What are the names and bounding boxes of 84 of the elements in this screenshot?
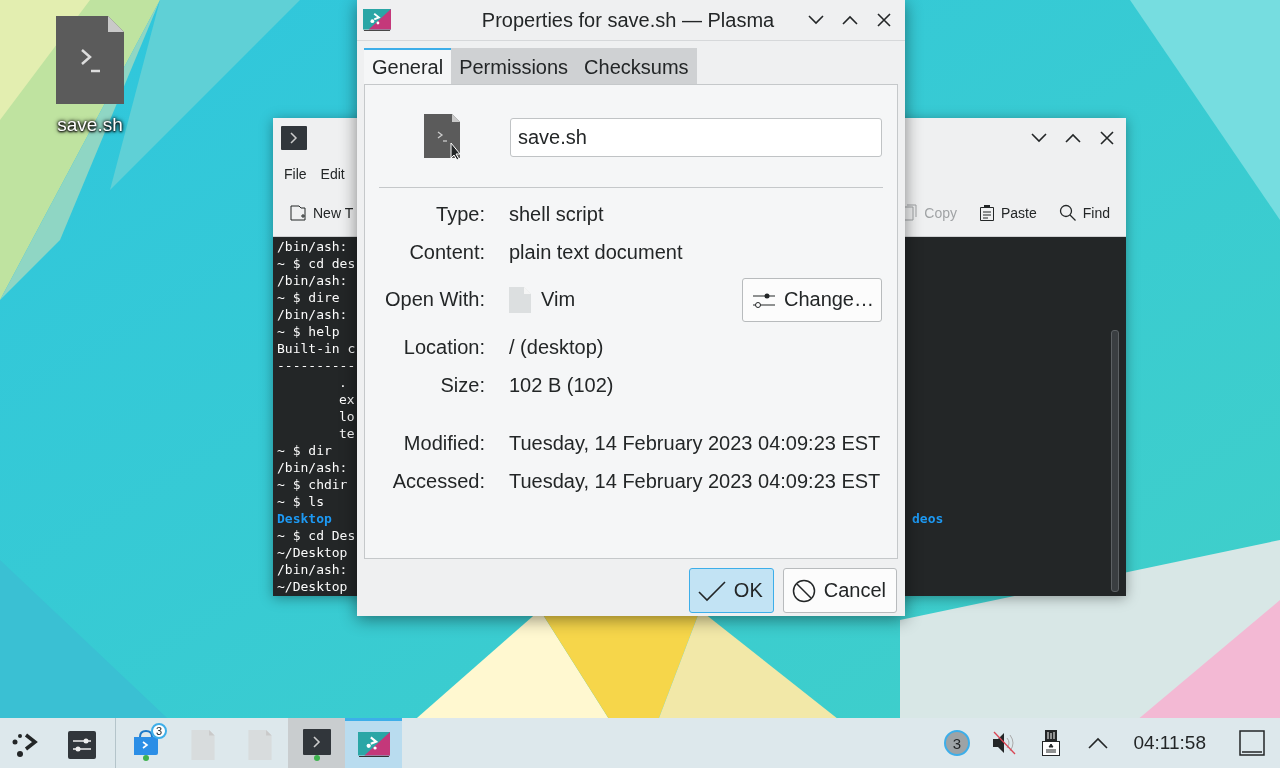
show-desktop-icon [1239,730,1265,756]
checkmark-icon [697,579,726,602]
paste-button[interactable]: Paste [978,203,1037,222]
notification-count: 3 [943,730,970,756]
task-button[interactable] [288,718,345,768]
chevron-up-icon [1087,737,1108,749]
cancel-button[interactable]: Cancel [782,568,897,613]
usb-drive-icon [1040,729,1061,757]
script-file-icon [56,16,124,104]
scrollbar[interactable] [1111,330,1119,592]
terminal-line: /bin/ash: [277,561,348,578]
terminal-line: deos [912,510,944,527]
terminal-line: /bin/ash: [277,306,348,323]
terminal-line: ~ $ cd Des [277,527,356,544]
window-title: Properties for save.sh — Plasma [480,8,776,32]
property-label: Modified: [403,431,485,455]
property-value: shell script [509,202,604,226]
property-value: / (desktop) [509,335,604,359]
copy-icon [902,203,919,222]
ok-button[interactable]: OK [688,568,774,613]
terminal-line: Desktop [277,510,332,527]
terminal-line: /bin/ash: [277,459,348,476]
menu-item[interactable]: Edit [313,165,352,182]
launcher-icon [11,731,39,758]
file-icon [190,729,215,760]
tab[interactable]: Checksums [576,48,697,84]
file-icon [247,729,272,760]
count-badge: 3 [151,723,167,739]
new-tab-icon [289,203,307,222]
close-icon [1100,130,1114,145]
property-label: Location: [403,335,485,359]
clock[interactable]: 04:11:58 [1121,718,1224,768]
terminal-line: Built-in c [277,340,356,357]
muted-speaker-icon [990,730,1017,756]
terminal-line: lo [338,408,355,425]
task-button[interactable]: 3 [117,718,174,768]
chevron-down-icon [1031,132,1047,143]
settings-icon [68,730,96,759]
task-button[interactable] [345,718,402,768]
property-value: plain text document [509,240,683,264]
property-label: Size: [440,373,485,397]
terminal-icon [302,728,331,761]
script-file-icon [423,114,462,160]
notifications-button[interactable]: 3 [933,718,981,768]
terminal-line: ~ $ dire [277,289,340,306]
cancel-icon [791,578,816,603]
chevron-up-icon [842,15,858,25]
tab[interactable]: General [364,48,452,84]
find-button[interactable]: Find [1058,203,1110,222]
terminal-line: . [338,374,347,391]
terminal-line: ~/Desktop [277,544,348,561]
tab[interactable]: Permissions [451,48,577,84]
property-label: Open With: [384,288,485,311]
clipboard-icon [978,203,995,222]
property-value: Tuesday, 14 February 2023 04:09:23 EST [509,431,881,455]
terminal-line: ~ $ help [277,323,340,340]
terminal-line: ~ $ dir [277,442,332,459]
plasma-icon [363,8,391,32]
terminal-line: ~ $ chdir [277,476,348,493]
terminal-line: ~ $ cd des [277,255,356,272]
new-tab-button[interactable]: New T [289,203,354,222]
terminal-line: ~ $ ls [277,493,324,510]
property-value: Vim [541,288,576,311]
property-label: Type: [436,202,485,226]
plasma-icon [357,731,390,758]
menu-item[interactable]: File [277,165,314,182]
property-label: Content: [409,240,485,264]
property-value: 102 B (102) [509,373,614,397]
file-icon [509,286,531,313]
terminal-icon [281,125,307,150]
change-button[interactable]: Change… [741,277,882,322]
chevron-down-icon [808,15,824,25]
close-icon [877,13,891,27]
terminal-line: /bin/ash: [277,238,348,255]
terminal-line: te [338,425,355,442]
terminal-line: ex [338,391,355,408]
property-label: Accessed: [392,469,485,493]
property-value: Tuesday, 14 February 2023 04:09:23 EST [509,469,881,493]
terminal-line: /bin/ash: [277,272,348,289]
chevron-up-icon [1065,132,1081,143]
terminal-line: ---------- [277,357,356,374]
search-icon [1058,203,1077,222]
terminal-line: ~/Desktop [277,578,348,595]
name-field[interactable]: save.sh [510,117,882,157]
